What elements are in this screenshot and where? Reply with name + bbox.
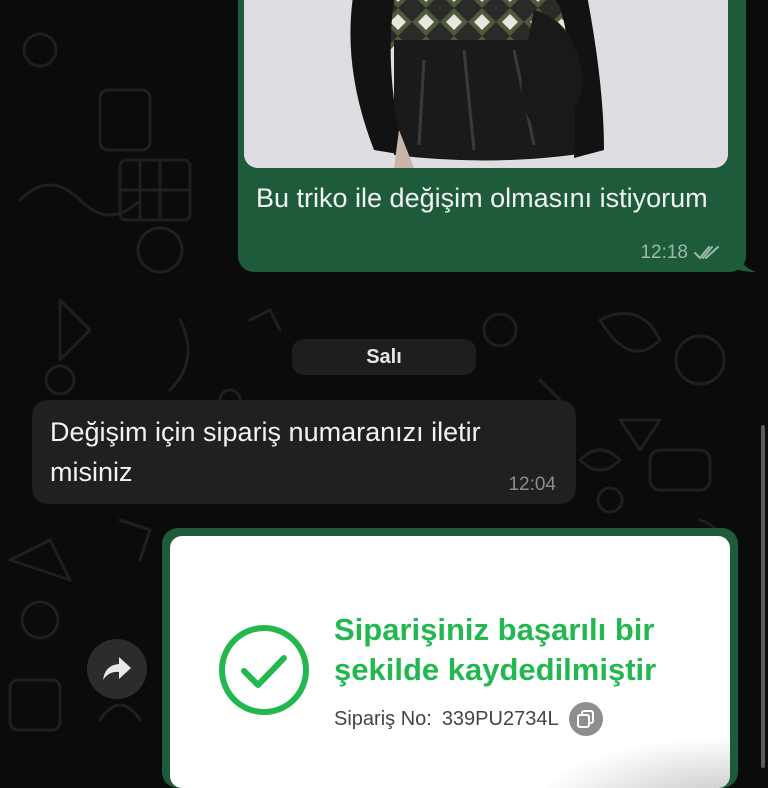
message-text: Değişim için sipariş numaranızı iletir m… [50, 417, 481, 487]
copy-icon [576, 710, 594, 728]
check-circle-icon [219, 625, 309, 715]
forward-button[interactable] [87, 639, 147, 699]
fashion-photo-graphic [244, 0, 728, 168]
outgoing-image-message[interactable]: Bu triko ile değişim olmasını istiyorum … [238, 0, 746, 272]
forward-icon [103, 657, 131, 680]
date-label: Salı [366, 345, 402, 368]
outgoing-order-image-message[interactable]: Siparişiniz başarılı bir şekilde kaydedi… [162, 528, 738, 788]
date-separator: Salı [292, 339, 476, 375]
order-number-row: Sipariş No: 339PU2734L [334, 702, 603, 736]
message-meta: 12:18 [640, 242, 720, 264]
fashion-photo[interactable] [244, 0, 728, 168]
order-confirmation-image[interactable]: Siparişiniz başarılı bir şekilde kaydedi… [170, 536, 730, 788]
incoming-message[interactable]: Değişim için sipariş numaranızı iletir m… [32, 400, 576, 504]
double-check-icon [694, 246, 719, 260]
scrollbar[interactable] [761, 425, 765, 768]
message-time: 12:04 [508, 474, 556, 495]
message-time: 12:18 [640, 242, 688, 263]
order-number-label: Sipariş No: [334, 707, 432, 730]
message-caption: Bu triko ile değişim olmasını istiyorum [256, 183, 708, 213]
order-number-value: 339PU2734L [441, 707, 559, 730]
order-success-title: Siparişiniz başarılı bir şekilde kaydedi… [334, 612, 657, 687]
copy-button[interactable] [568, 702, 603, 736]
